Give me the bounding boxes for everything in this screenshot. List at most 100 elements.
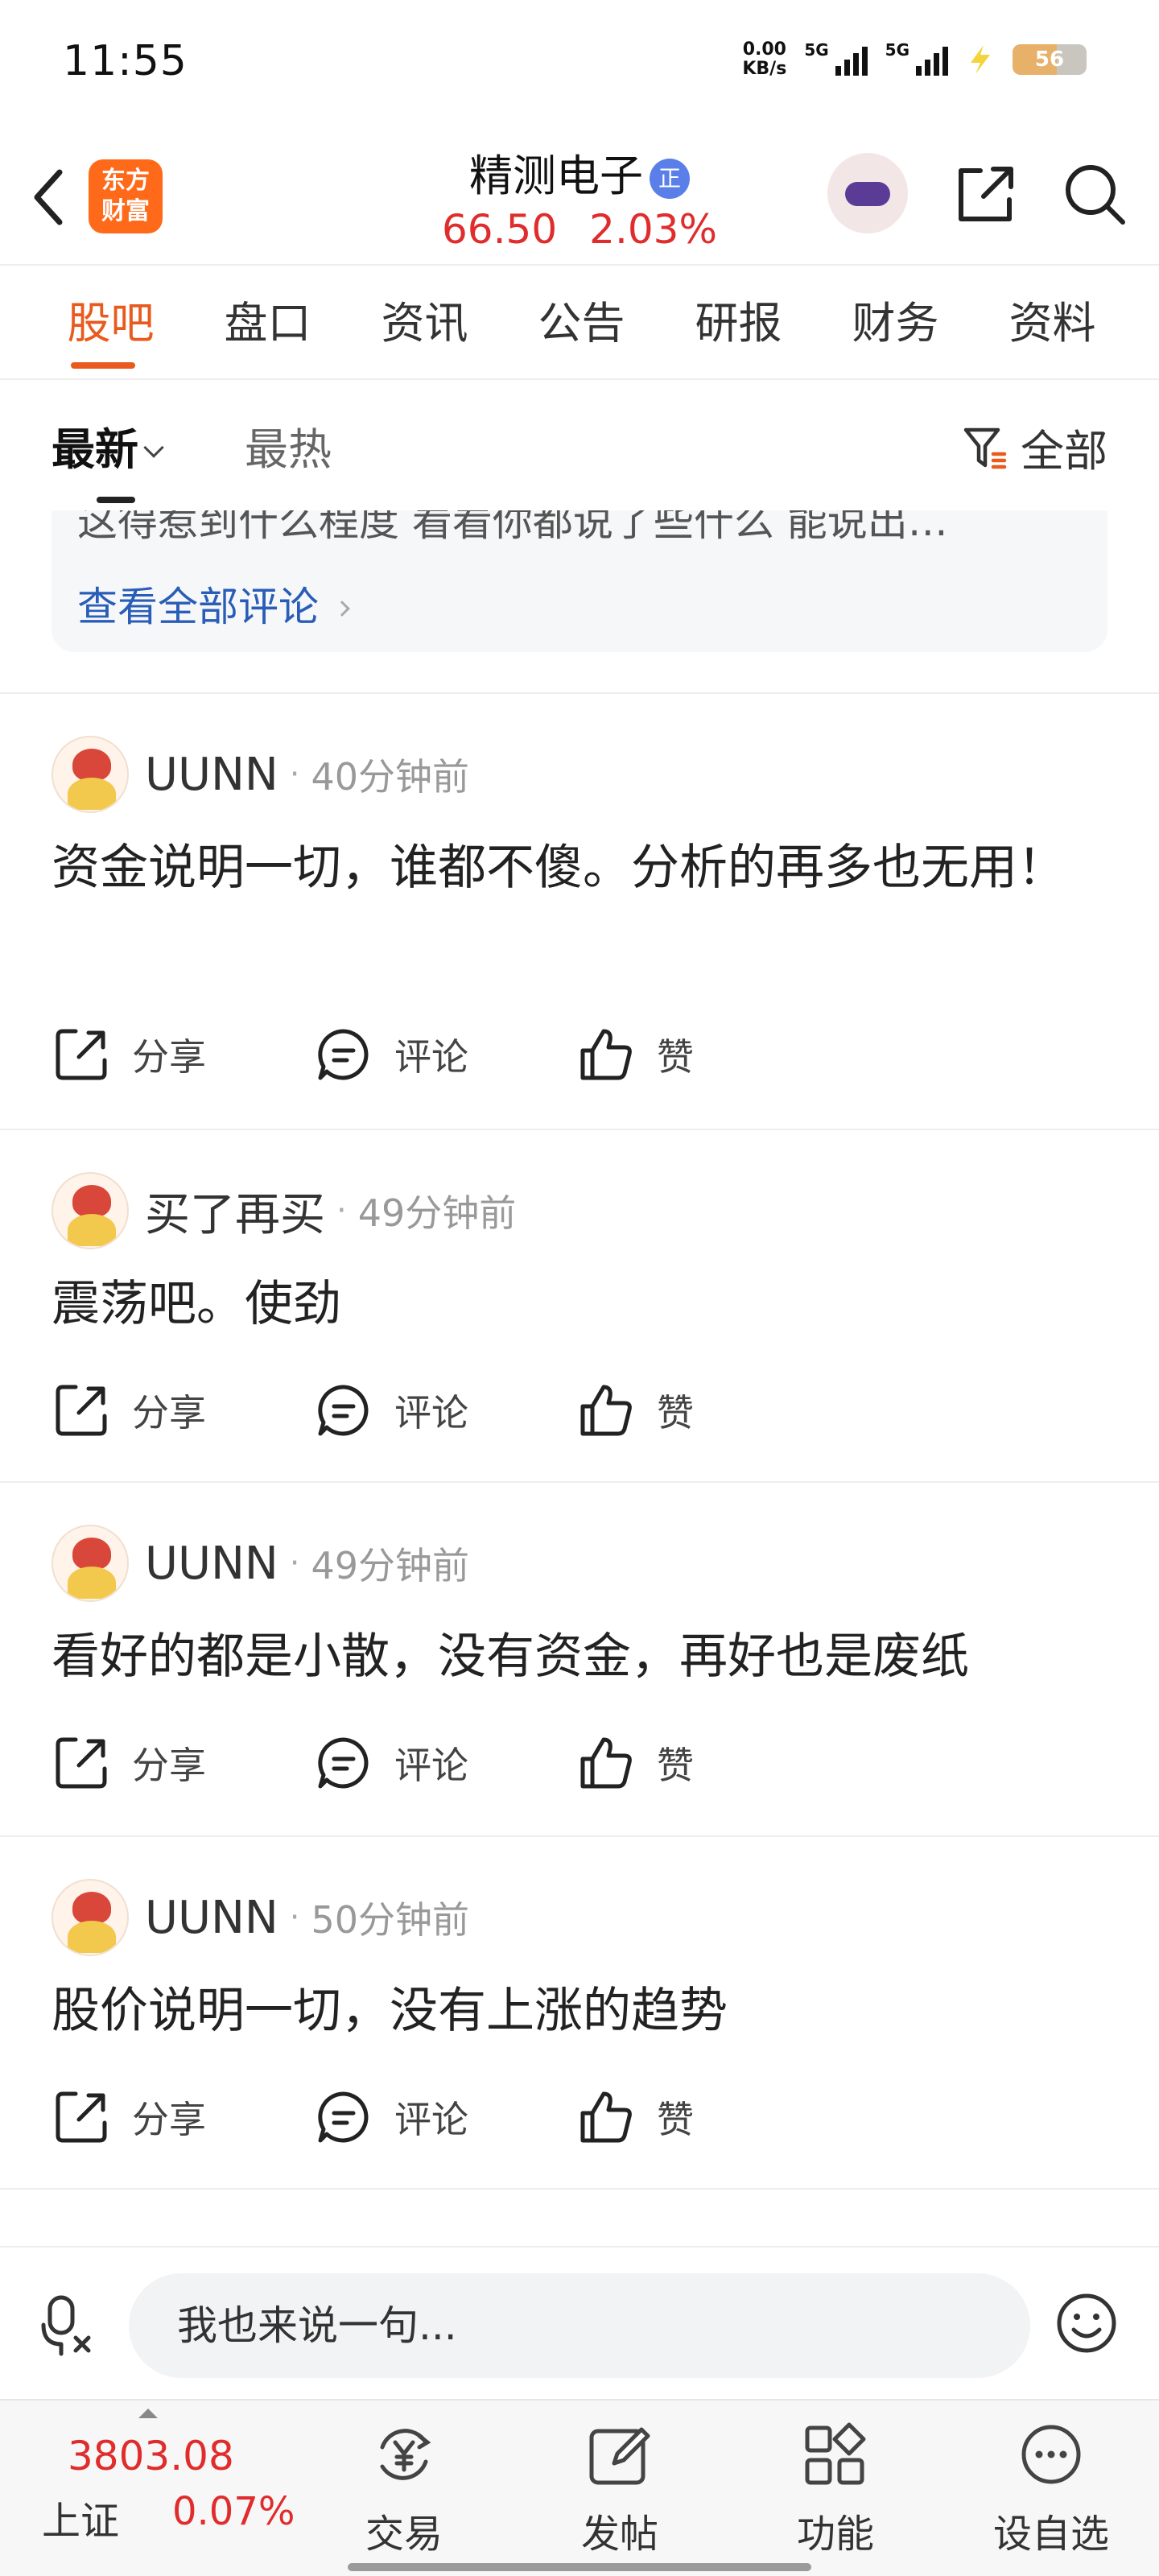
stock-price: 66.50 xyxy=(442,206,558,253)
share-icon xyxy=(56,1737,107,1789)
like-action[interactable]: 赞 xyxy=(576,1025,839,1084)
comment-input[interactable]: 我也来说一句... xyxy=(129,2273,1030,2378)
post-time: 50分钟前 xyxy=(311,1898,470,1942)
nav-features[interactable]: 功能 xyxy=(763,2418,908,2558)
sort-latest[interactable]: 最新 xyxy=(52,414,164,503)
nav-trade[interactable]: 交易 xyxy=(332,2418,476,2558)
share-action[interactable]: 分享 xyxy=(52,1025,314,1084)
post-item[interactable]: UUNN · 50分钟前 股价说明一切，没有上涨的趋势 分享 评论 赞 xyxy=(0,1837,1159,2188)
like-action[interactable]: 赞 xyxy=(576,1381,839,1440)
avatar[interactable] xyxy=(52,1172,129,1249)
edit-icon xyxy=(589,2427,650,2485)
post-text[interactable]: 震荡吧。使劲 xyxy=(52,1264,1107,1344)
chevron-right-icon xyxy=(334,601,350,617)
post-text[interactable]: 资金说明一切，谁都不傻。分析的再多也无用！ xyxy=(52,828,1107,908)
comment-icon xyxy=(318,1385,369,1436)
index-name[interactable]: 上证 xyxy=(42,2489,119,2545)
comment-icon xyxy=(318,1029,369,1080)
stock-header: 东方 财富 精测电子正 66.50 2.03% xyxy=(0,129,1159,266)
post-text[interactable]: 股价说明一切，没有上涨的趋势 xyxy=(52,1971,1107,2051)
comment-bar: 我也来说一句... xyxy=(0,2246,1159,2399)
emoji-icon xyxy=(1057,2293,1116,2353)
sort-bar: 最新 最热 全部 xyxy=(0,382,1159,510)
post-time: 40分钟前 xyxy=(311,755,470,799)
post-actions: 分享 评论 赞 xyxy=(52,2077,839,2157)
username[interactable]: 买了再买 xyxy=(145,1179,325,1244)
stock-change: 2.03% xyxy=(589,206,717,253)
username[interactable]: UUNN xyxy=(145,1892,278,1944)
view-all-comments-link[interactable]: 查看全部评论 xyxy=(77,575,350,633)
share-action[interactable]: 分享 xyxy=(52,1733,314,1793)
like-action[interactable]: 赞 xyxy=(576,1733,839,1793)
thumbs-up-icon xyxy=(580,1737,632,1789)
emoji-button[interactable] xyxy=(1053,2289,1120,2360)
post-header: UUNN · 49分钟前 xyxy=(52,1523,469,1604)
post-item[interactable]: 买了再买 · 49分钟前 震荡吧。使劲 分享 评论 赞 xyxy=(0,1130,1159,1481)
filter-button[interactable]: 全部 xyxy=(961,415,1107,479)
share-button[interactable] xyxy=(950,158,1022,230)
comment-action[interactable]: 评论 xyxy=(314,2087,576,2147)
signal-5g-icon-1: 5G xyxy=(804,40,868,76)
voice-input-button[interactable] xyxy=(37,2293,101,2360)
post-time: 49分钟前 xyxy=(311,1544,470,1587)
tab-research[interactable]: 研报 xyxy=(660,267,817,378)
share-icon xyxy=(959,167,1013,221)
comment-icon xyxy=(318,1737,369,1789)
post-text[interactable]: 看好的都是小散，没有资金，再好也是废纸 xyxy=(52,1616,1107,1697)
tab-profile[interactable]: 资料 xyxy=(974,267,1131,378)
chevron-down-icon xyxy=(143,437,164,458)
like-action[interactable]: 赞 xyxy=(576,2087,839,2147)
post-header: UUNN · 40分钟前 xyxy=(52,734,469,815)
nav-post[interactable]: 发帖 xyxy=(547,2418,692,2558)
divider xyxy=(0,2188,1159,2190)
username[interactable]: UUNN xyxy=(145,749,278,801)
home-indicator[interactable] xyxy=(348,2563,811,2571)
username[interactable]: UUNN xyxy=(145,1538,278,1590)
featured-comment-card[interactable]: 这得惹到什么程度 看看你都说了些什么 能说出… 查看全部评论 xyxy=(52,510,1107,652)
expand-up-icon[interactable] xyxy=(138,2409,158,2418)
trade-icon xyxy=(380,2429,431,2480)
filter-icon xyxy=(963,427,1007,469)
comment-action[interactable]: 评论 xyxy=(314,1025,576,1084)
clock: 11:55 xyxy=(63,37,188,85)
tab-announcements[interactable]: 公告 xyxy=(503,267,660,378)
share-action[interactable]: 分享 xyxy=(52,2087,314,2147)
post-item[interactable]: UUNN · 49分钟前 看好的都是小散，没有资金，再好也是废纸 分享 评论 赞 xyxy=(0,1483,1159,1835)
post-actions: 分享 评论 赞 xyxy=(52,1014,839,1095)
battery-icon: 56 xyxy=(1013,44,1087,75)
comment-action[interactable]: 评论 xyxy=(314,1733,576,1793)
tab-news[interactable]: 资讯 xyxy=(346,267,503,378)
grid-icon xyxy=(805,2422,866,2485)
featured-comment-text: 这得惹到什么程度 看看你都说了些什么 能说出… xyxy=(77,510,948,545)
post-item[interactable]: UUNN · 40分钟前 资金说明一切，谁都不傻。分析的再多也无用！ 分享 评论… xyxy=(0,694,1159,1129)
tab-pankou[interactable]: 盘口 xyxy=(189,267,346,378)
microphone-icon xyxy=(41,2295,91,2356)
thumbs-up-icon xyxy=(580,2091,632,2143)
nav-add-watchlist[interactable]: 设自选 xyxy=(979,2418,1124,2558)
avatar[interactable] xyxy=(52,1879,129,1956)
avatar[interactable] xyxy=(52,1525,129,1602)
comment-icon xyxy=(318,2091,369,2143)
comment-action[interactable]: 评论 xyxy=(314,1381,576,1440)
tab-guba[interactable]: 股吧 xyxy=(32,267,189,378)
status-bar: 11:55 0.00 KB/s 5G 5G 56 xyxy=(0,0,1159,129)
post-time: 49分钟前 xyxy=(357,1191,517,1235)
bottom-nav: 3803.08 上证 0.07% 交易 发帖 功能 设自选 xyxy=(0,2399,1159,2576)
share-icon xyxy=(56,1029,107,1080)
avatar[interactable] xyxy=(52,736,129,813)
post-header: UUNN · 50分钟前 xyxy=(52,1877,469,1958)
stock-name: 精测电子 xyxy=(469,151,643,201)
sort-hot[interactable]: 最热 xyxy=(245,414,332,477)
post-actions: 分享 评论 赞 xyxy=(52,1723,839,1803)
post-header: 买了再买 · 49分钟前 xyxy=(52,1170,516,1251)
search-icon xyxy=(1066,165,1125,225)
tab-finance[interactable]: 财务 xyxy=(817,267,974,378)
share-action[interactable]: 分享 xyxy=(52,1381,314,1440)
search-button[interactable] xyxy=(1058,158,1131,230)
share-icon xyxy=(56,1385,107,1436)
index-change[interactable]: 0.07% xyxy=(172,2489,295,2534)
index-value[interactable]: 3803.08 xyxy=(68,2433,234,2479)
ai-assistant-icon[interactable] xyxy=(827,153,908,233)
verified-badge-icon: 正 xyxy=(650,159,690,200)
post-actions: 分享 评论 赞 xyxy=(52,1370,839,1451)
